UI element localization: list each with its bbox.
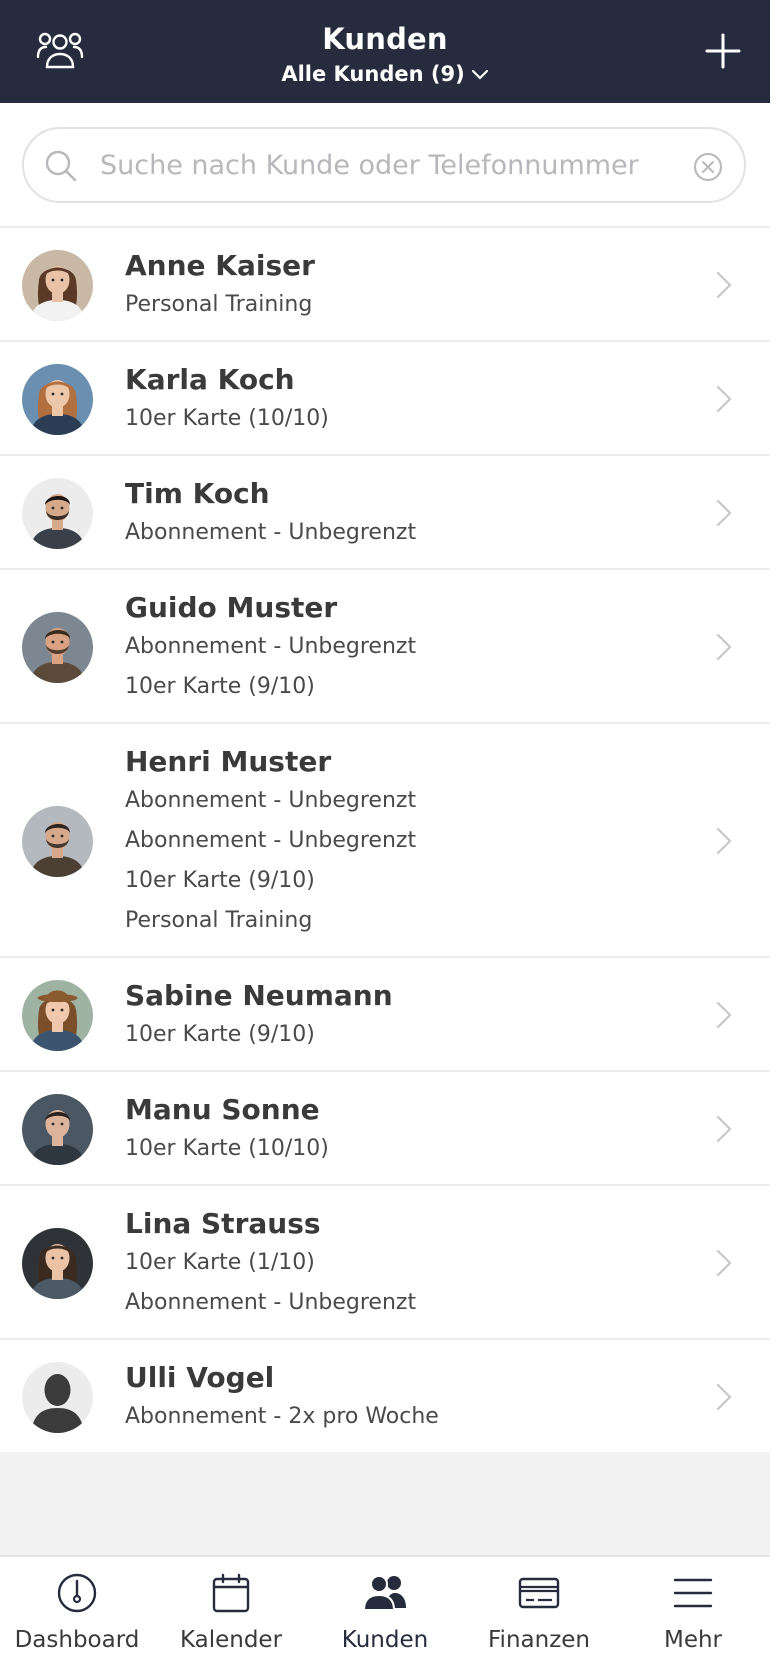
tab-kalender[interactable]: Kalender [154,1557,308,1674]
customer-membership: Personal Training [125,292,313,317]
customer-membership: 10er Karte (9/10) [125,674,315,699]
customer-filter-label: Alle Kunden (9) [281,62,465,86]
chevron-right-icon [714,632,734,662]
customer-row[interactable]: Anne Kaiser Personal Training [0,226,770,340]
customer-info: Henri Muster Abonnement - Unbegrenzt Abonn… [125,742,416,942]
customer-membership: Abonnement - Unbegrenzt [125,1290,417,1315]
customer-row[interactable]: Henri Muster Abonnement - Unbegrenzt Abonn… [0,722,770,956]
customer-info: Anne Kaiser Personal Training [125,246,315,326]
tab-kunden[interactable]: Kunden [308,1557,462,1674]
customer-info: Lina Strauss 10er Karte (1/10) Abonnement … [125,1204,416,1324]
customer-name: Sabine Neumann [125,979,393,1012]
app: Kunden Alle Kunden (9) Anne Kaiser Person… [0,0,776,1674]
customer-info: Tim Koch Abonnement - Unbegrenzt [125,474,416,554]
customer-info: Manu Sonne 10er Karte (10/10) [125,1090,329,1170]
clear-icon[interactable] [692,151,724,183]
avatar [22,364,93,435]
tab-finanzen-label: Finanzen [488,1627,590,1653]
tab-dashboard[interactable]: Dashboard [0,1557,154,1674]
customer-list: Anne Kaiser Personal Training Karla Koch 10… [0,226,770,1452]
customer-membership: Abonnement - Unbegrenzt [125,520,417,545]
chevron-right-icon [714,1114,734,1144]
chevron-right-icon [714,1248,734,1278]
tab-finanzen[interactable]: Finanzen [462,1557,616,1674]
plus-icon[interactable] [704,32,742,70]
avatar [22,1094,93,1165]
tab-dashboard-label: Dashboard [14,1627,140,1653]
credit-card-icon [518,1577,560,1609]
customer-row[interactable]: Sabine Neumann 10er Karte (9/10) [0,956,770,1070]
customer-name: Ulli Vogel [125,1361,275,1394]
customer-membership: Abonnement - Unbegrenzt [125,828,417,853]
search-box[interactable] [22,127,746,203]
customer-membership: Abonnement - 2x pro Woche [125,1404,439,1429]
customer-name: Manu Sonne [125,1093,320,1126]
customer-row[interactable]: Guido Muster Abonnement - Unbegrenzt 10er … [0,568,770,722]
dashboard-gauge-icon [57,1573,97,1613]
chevron-right-icon [714,826,734,856]
chevron-right-icon [714,1382,734,1412]
tab-kunden-label: Kunden [341,1627,429,1653]
customer-name: Lina Strauss [125,1207,321,1240]
customer-membership: 10er Karte (9/10) [125,868,315,893]
bottom-tab-bar: Dashboard Kalender Kunden Finanzen Mehr [0,1555,770,1674]
customer-row[interactable]: Karla Koch 10er Karte (10/10) [0,340,770,454]
avatar [22,612,93,683]
customers-screen: Kunden Alle Kunden (9) Anne Kaiser Person… [0,0,770,1674]
chevron-down-icon [471,69,488,80]
customer-info: Ulli Vogel Abonnement - 2x pro Woche [125,1358,439,1438]
customer-info: Karla Koch 10er Karte (10/10) [125,360,329,440]
avatar [22,250,93,321]
customer-membership: 10er Karte (10/10) [125,406,329,431]
menu-icon [673,1578,713,1608]
customer-membership: Personal Training [125,908,313,933]
header-bar: Kunden Alle Kunden (9) [0,0,770,103]
avatar [22,478,93,549]
avatar [22,806,93,877]
customer-name: Henri Muster [125,745,332,778]
search-input[interactable] [100,145,680,185]
customer-row[interactable]: Tim Koch Abonnement - Unbegrenzt [0,454,770,568]
customers-icon [364,1575,406,1611]
customer-membership: 10er Karte (10/10) [125,1136,329,1161]
tab-kalender-label: Kalender [179,1627,283,1653]
calendar-icon [212,1573,250,1613]
customer-name: Karla Koch [125,363,295,396]
avatar [22,1228,93,1299]
customer-row[interactable]: Manu Sonne 10er Karte (10/10) [0,1070,770,1184]
customer-info: Guido Muster Abonnement - Unbegrenzt 10er … [125,588,416,708]
customer-row[interactable]: Ulli Vogel Abonnement - 2x pro Woche [0,1338,770,1452]
tab-mehr[interactable]: Mehr [616,1557,770,1674]
chevron-right-icon [714,270,734,300]
customer-membership: Abonnement - Unbegrenzt [125,788,417,813]
page-title: Kunden [322,22,448,56]
customer-membership: 10er Karte (9/10) [125,1022,315,1047]
tab-mehr-label: Mehr [663,1627,723,1653]
customer-filter-dropdown[interactable]: Alle Kunden (9) [0,62,770,86]
search-area [0,103,770,226]
avatar [22,980,93,1051]
search-icon [45,150,77,182]
customer-info: Sabine Neumann 10er Karte (9/10) [125,976,393,1056]
chevron-right-icon [714,1000,734,1030]
right-edge-strip [770,0,776,1674]
customer-name: Anne Kaiser [125,249,315,282]
avatar [22,1362,93,1433]
customer-name: Tim Koch [125,477,270,510]
chevron-right-icon [714,384,734,414]
chevron-right-icon [714,498,734,528]
customer-row[interactable]: Lina Strauss 10er Karte (1/10) Abonnement … [0,1184,770,1338]
customer-membership: 10er Karte (1/10) [125,1250,315,1275]
customer-membership: Abonnement - Unbegrenzt [125,634,417,659]
customer-name: Guido Muster [125,591,338,624]
